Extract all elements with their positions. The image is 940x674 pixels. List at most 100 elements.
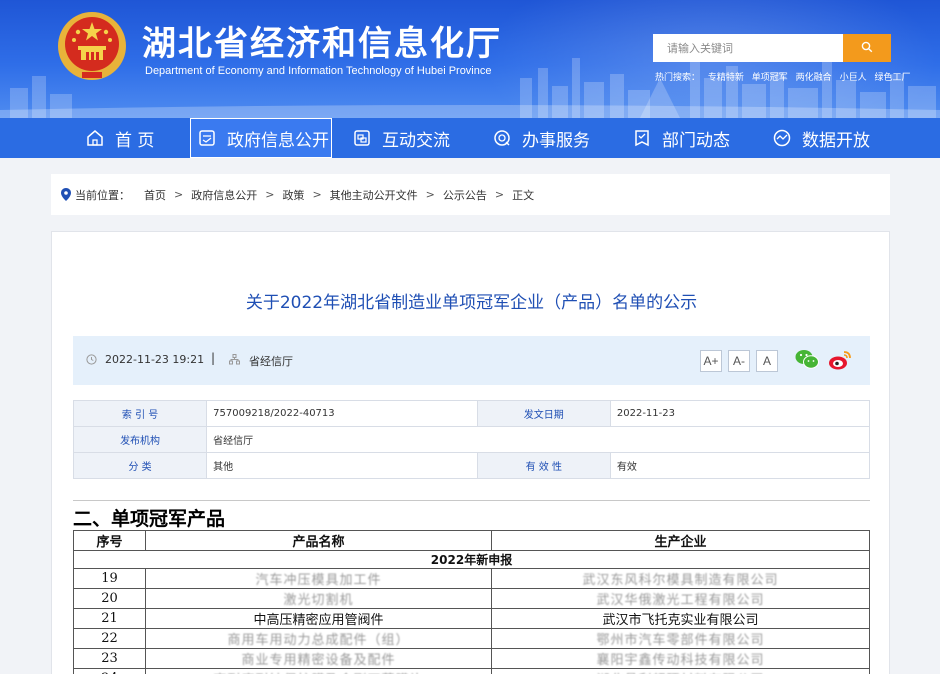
group-label: 2022年新申报	[73, 550, 870, 569]
breadcrumb-separator: >	[494, 188, 505, 201]
company-name: 鄂州市汽车零部件有限公司	[491, 628, 870, 649]
hot-search-bar: 热门搜索： 专精特新 单项冠军 两化融合 小巨人 绿色工厂	[655, 70, 915, 83]
font-decrease-button[interactable]: A-	[728, 350, 750, 372]
font-reset-button[interactable]: A	[756, 350, 778, 372]
site-header: 湖北省经济和信息化厅 Department of Economy and Inf…	[0, 0, 940, 118]
company-name: 武汉华俄激光工程有限公司	[491, 588, 870, 609]
nav-item-open-data[interactable]: 数据开放	[772, 118, 870, 158]
breadcrumb-item[interactable]: 其他主动公开文件	[330, 187, 418, 203]
column-header: 序号	[73, 530, 146, 551]
nav-label: 办事服务	[522, 130, 590, 151]
breadcrumb-item[interactable]: 政策	[282, 187, 304, 203]
meta-divider: |	[211, 351, 216, 365]
table-row: 22 商用车用动力总成配件（组） 鄂州市汽车零部件有限公司	[73, 628, 870, 649]
main-nav: 首 页 政府信息公开 互动交流 办事服务 部门动态 数据开放	[0, 118, 940, 158]
product-name: 中高压精密应用管阀件	[145, 608, 492, 629]
info-value: 有效	[609, 452, 871, 479]
breadcrumb-item[interactable]: 公示公告	[443, 187, 487, 203]
table-row: 21 中高压精密应用管阀件 武汉市飞托克实业有限公司	[73, 608, 870, 629]
table-row: 23 商业专用精密设备及配件 襄阳宇鑫传动科技有限公司	[73, 648, 870, 669]
product-table: 序号 产品名称 生产企业 2022年新申报 19 汽车冲压模具加工件 武汉东风科尔模…	[73, 530, 870, 674]
breadcrumb-item[interactable]: 首页	[144, 187, 166, 203]
article-meta-bar: 2022-11-23 19:21 | 省经信厅 A+ A- A	[73, 336, 870, 385]
nav-item-department-news[interactable]: 部门动态	[632, 118, 730, 158]
nav-item-interaction[interactable]: 互动交流	[352, 118, 450, 158]
breadcrumb-separator: >	[174, 188, 184, 201]
search-icon	[861, 41, 873, 52]
nav-item-services[interactable]: 办事服务	[492, 118, 590, 158]
product-name: 商用车用动力总成配件（组）	[145, 628, 492, 649]
product-name: 高耐磨耐蚀保护膜及金刚石薄膜片	[145, 668, 492, 674]
info-row: 发布机构 省经信厅	[72, 426, 870, 453]
breadcrumb-item-current: 正文	[512, 188, 535, 202]
hot-search-link[interactable]: 小巨人	[840, 73, 867, 83]
weibo-icon[interactable]	[828, 349, 852, 371]
info-key: 分 类	[72, 452, 208, 479]
info-key: 发布机构	[72, 426, 208, 453]
wechat-icon[interactable]	[795, 349, 819, 371]
search-input[interactable]	[653, 34, 843, 62]
hot-search-link[interactable]: 两化融合	[796, 73, 832, 83]
nav-item-home[interactable]: 首 页	[85, 118, 154, 158]
search-button[interactable]	[843, 34, 891, 62]
search-box	[653, 34, 891, 62]
site-title: 湖北省经济和信息化厅	[142, 24, 502, 64]
info-key: 有 效 性	[476, 452, 611, 479]
nav-item-gov-info[interactable]: 政府信息公开	[190, 118, 332, 158]
nav-label: 数据开放	[802, 130, 870, 151]
table-row: 20 激光切割机 武汉华俄激光工程有限公司	[73, 588, 870, 609]
clock-icon	[86, 354, 97, 365]
hot-search-link[interactable]: 专精特新	[708, 73, 744, 83]
table-header-row: 序号 产品名称 生产企业	[73, 530, 870, 551]
national-emblem-logo	[58, 12, 126, 80]
section-divider	[73, 500, 870, 501]
company-name: 武汉市飞托克实业有限公司	[491, 608, 870, 629]
font-increase-button[interactable]: A+	[700, 350, 722, 372]
table-group-row: 2022年新申报	[73, 550, 870, 569]
info-value: 757009218/2022-40713	[206, 400, 478, 427]
publish-source: 省经信厅	[249, 355, 293, 368]
breadcrumb-separator: >	[312, 188, 322, 201]
article-title: 关于2022年湖北省制造业单项冠军企业（产品）名单的公示	[245, 293, 698, 313]
info-key: 发文日期	[476, 400, 611, 427]
breadcrumb-separator: >	[265, 188, 275, 201]
info-value: 2022-11-23	[609, 400, 871, 427]
breadcrumb: 当前位置： 首页 > 政府信息公开 > 政策 > 其他主动公开文件 > 公示公告…	[51, 174, 890, 215]
service-icon	[494, 130, 510, 146]
hot-search-link[interactable]: 绿色工厂	[874, 73, 910, 83]
article-container: 关于2022年湖北省制造业单项冠军企业（产品）名单的公示 2022-11-23 …	[51, 231, 890, 674]
row-number: 20	[73, 588, 146, 609]
row-number: 24	[73, 668, 146, 674]
info-row: 分 类 其他 有 效 性 有效	[72, 452, 871, 479]
row-number: 21	[73, 608, 146, 629]
product-rows: 19 汽车冲压模具加工件 武汉东风科尔模具制造有限公司 20 激光切割机 武汉华俄激光工程…	[73, 568, 870, 674]
news-icon	[635, 130, 649, 147]
data-icon	[773, 129, 791, 147]
organization-icon	[229, 354, 240, 365]
breadcrumb-item[interactable]: 政府信息公开	[191, 187, 257, 203]
nav-label: 部门动态	[662, 130, 730, 151]
row-number: 22	[73, 628, 146, 649]
company-name: 襄阳宇鑫传动科技有限公司	[491, 648, 870, 669]
publish-date: 2022-11-23 19:21	[105, 353, 205, 366]
site-subtitle: Department of Economy and Information Te…	[145, 65, 492, 77]
product-name: 商业专用精密设备及配件	[145, 648, 492, 669]
breadcrumb-label: 当前位置：	[75, 188, 130, 202]
company-name: 湖北昌利超硬材料有限公司	[491, 668, 870, 674]
row-number: 19	[73, 568, 146, 589]
product-name: 汽车冲压模具加工件	[145, 568, 492, 589]
breadcrumb-separator: >	[425, 188, 435, 201]
document-icon	[199, 130, 215, 146]
info-key: 索 引 号	[72, 400, 208, 427]
table-row: 19 汽车冲压模具加工件 武汉东风科尔模具制造有限公司	[73, 568, 870, 589]
chat-icon	[354, 130, 370, 146]
column-header: 产品名称	[145, 530, 492, 551]
hot-search-link[interactable]: 单项冠军	[752, 73, 788, 83]
column-header: 生产企业	[491, 530, 870, 551]
company-name: 武汉东风科尔模具制造有限公司	[491, 568, 870, 589]
info-value: 省经信厅	[206, 426, 870, 453]
nav-label: 互动交流	[382, 130, 450, 151]
table-row: 24高耐磨耐蚀保护膜及金刚石薄膜片湖北昌利超硬材料有限公司	[73, 668, 870, 674]
nav-label: 政府信息公开	[227, 130, 329, 151]
info-value: 其他	[206, 452, 478, 479]
